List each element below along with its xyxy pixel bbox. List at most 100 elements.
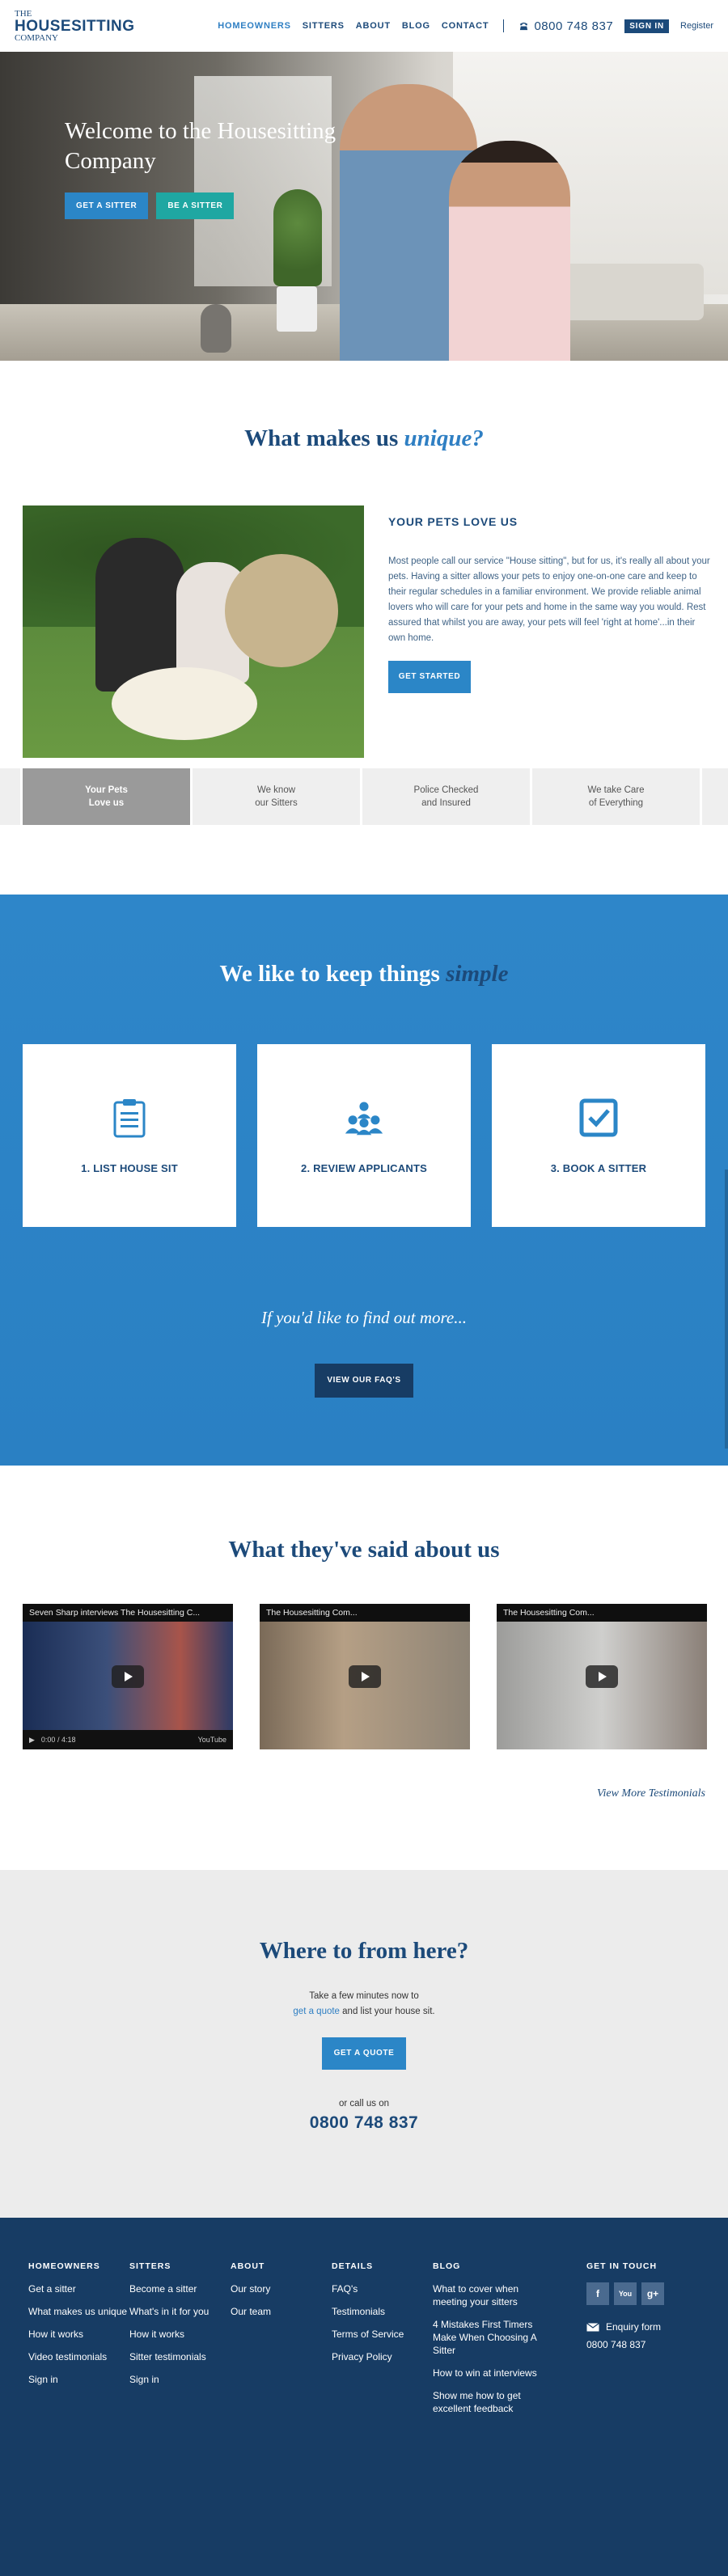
step-review-applicants[interactable]: 2. REVIEW APPLICANTS [257,1044,471,1227]
simple-title-em: simple [446,961,509,987]
step-label: 2. REVIEW APPLICANTS [301,1161,427,1174]
page-scrollbar[interactable] [725,1170,728,1449]
footer-link[interactable]: Testimonials [332,2305,433,2318]
footer-link[interactable]: Sitter testimonials [129,2350,231,2363]
tab-label: our Sitters [255,798,298,808]
register-link[interactable]: Register [680,21,713,31]
tab-label: and Insured [421,798,471,808]
tab-label: We take Care [587,785,645,795]
footer-link[interactable]: How to win at interviews [433,2367,538,2379]
tab-label: Police Checked [413,785,479,795]
tab-know-sitters[interactable]: We know our Sitters [193,768,362,825]
footer-link[interactable]: Our story [231,2282,332,2295]
logo-line-1: THE [15,8,32,19]
view-faqs-button[interactable]: VIEW OUR FAQ'S [315,1364,413,1398]
simple-title-plain: We like to keep things [219,961,440,987]
footer-link[interactable]: How it works [28,2328,129,2341]
step-list-house-sit[interactable]: 1. LIST HOUSE SIT [23,1044,236,1227]
get-started-button[interactable]: GET STARTED [388,661,471,693]
people-icon [344,1098,384,1138]
sign-in-button[interactable]: SIGN IN [624,19,670,33]
unique-text: YOUR PETS LOVE US Most people call our s… [388,505,712,758]
footer-phone-number[interactable]: 0800 748 837 [0,2113,728,2133]
footer-link[interactable]: Privacy Policy [332,2350,433,2363]
youtube-icon[interactable]: You [614,2282,637,2305]
tab-label: Your Pets [85,785,128,795]
hero-buttons: GET A SITTER BE A SITTER [65,192,340,219]
hero-cat [201,304,231,353]
footer-link[interactable]: Sign in [129,2373,231,2386]
get-a-quote-link[interactable]: get a quote [293,2007,340,2016]
footer-col-details: DETAILS FAQ's Testimonials Terms of Serv… [332,2261,433,2576]
simple-title: We like to keep things simple [0,961,728,988]
nav-homeowners[interactable]: HOMEOWNERS [218,21,291,31]
view-more-testimonials-link[interactable]: View More Testimonials [597,1787,705,1800]
testimonial-video[interactable]: Seven Sharp interviews The Housesitting … [23,1604,233,1749]
nav-sitters[interactable]: SITTERS [303,21,345,31]
nav-contact[interactable]: CONTACT [442,21,489,31]
envelope-icon [586,2322,599,2331]
footer-link[interactable]: Become a sitter [129,2282,231,2295]
nav-about[interactable]: ABOUT [356,21,391,31]
unique-heading: YOUR PETS LOVE US [388,515,518,528]
testimonial-video[interactable]: The Housesitting Com... [497,1604,707,1749]
step-label: 1. LIST HOUSE SIT [81,1161,178,1174]
quote-cta: GET A QUOTE [0,2037,728,2070]
footer-link[interactable]: Video testimonials [28,2350,129,2363]
footer-link[interactable]: FAQ's [332,2282,433,2295]
unique-title-plain: What makes us [244,425,399,451]
social-links: f You g+ [586,2282,688,2305]
footer-heading: ABOUT [231,2261,265,2271]
google-plus-icon[interactable]: g+ [641,2282,664,2305]
footer-heading: DETAILS [332,2261,374,2271]
hero-banner: Welcome to the Housesitting Company GET … [0,52,728,361]
nav-divider [503,19,505,32]
enquiry-form-link[interactable]: Enquiry form [586,2321,688,2333]
footer-link[interactable]: How it works [129,2328,231,2341]
footer-link[interactable]: Sign in [28,2373,129,2386]
contact-phone[interactable]: 0800 748 837 [586,2339,688,2350]
photo-dog [225,554,338,667]
play-icon[interactable] [112,1665,144,1688]
unique-body: Most people call our service "House sitt… [388,556,710,643]
where-line-2: get a quote and list your house sit. [0,2004,728,2020]
tab-pets-love-us[interactable]: Your Pets Love us [23,768,193,825]
footer-col-blog: BLOG What to cover when meeting your sit… [433,2261,538,2576]
header-phone-number: 0800 748 837 [534,19,614,33]
step-label: 3. BOOK A SITTER [550,1161,647,1174]
be-a-sitter-button[interactable]: BE A SITTER [156,192,235,219]
video-time: 0:00 / 4:18 [40,1736,76,1744]
footer-link[interactable]: 4 Mistakes First Timers Make When Choosi… [433,2318,538,2357]
tab-spacer [0,768,23,825]
tab-police-checked[interactable]: Police Checked and Insured [362,768,532,825]
footer-link[interactable]: What to cover when meeting your sitters [433,2282,538,2308]
video-title: Seven Sharp interviews The Housesitting … [23,1604,233,1622]
facebook-icon[interactable]: f [586,2282,609,2305]
where-title: Where to from here? [259,1938,469,1964]
footer-heading: HOMEOWNERS [28,2261,100,2271]
testimonial-video[interactable]: The Housesitting Com... [260,1604,470,1749]
play-control-icon[interactable]: ▶ [29,1736,35,1745]
faq-cta: VIEW OUR FAQ'S [0,1364,728,1398]
youtube-logo[interactable]: YouTube [198,1736,226,1744]
header-phone[interactable]: 0800 748 837 [518,19,613,33]
get-a-sitter-button[interactable]: GET A SITTER [65,192,149,219]
footer-link[interactable]: Show me how to get excellent feedback [433,2389,538,2415]
footer-link[interactable]: Get a sitter [28,2282,129,2295]
play-icon[interactable] [586,1665,618,1688]
footer-link[interactable]: Our team [231,2305,332,2318]
nav-blog[interactable]: BLOG [402,21,430,31]
company-logo[interactable]: THE HOUSESITTING COMPANY [15,8,135,43]
play-icon[interactable] [349,1665,381,1688]
video-controls[interactable]: ▶ 0:00 / 4:18 YouTube [23,1730,233,1749]
footer-link[interactable]: What's in it for you [129,2305,231,2318]
get-a-quote-button[interactable]: GET A QUOTE [322,2037,406,2070]
footer-link[interactable]: Terms of Service [332,2328,433,2341]
tab-take-care[interactable]: We take Care of Everything [532,768,702,825]
hero-plant-pot [277,286,317,332]
step-book-sitter[interactable]: 3. BOOK A SITTER [492,1044,705,1227]
logo-line-2: HOUSESITTING [15,17,135,35]
tab-label: of Everything [588,798,644,808]
hero-title: Welcome to the Housesitting Company [65,118,336,174]
footer-link[interactable]: What makes us unique [28,2305,129,2318]
